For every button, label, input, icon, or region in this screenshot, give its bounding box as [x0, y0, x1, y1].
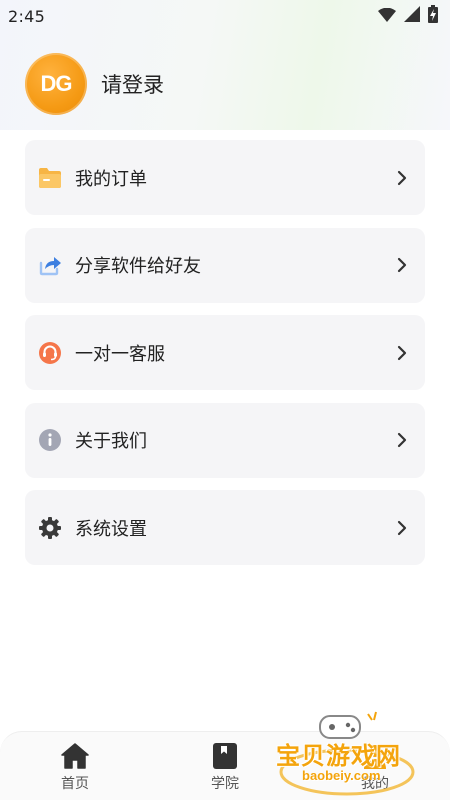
tab-home[interactable]: 首页: [0, 732, 150, 800]
avatar-logo: DG: [40, 71, 73, 96]
book-icon: [210, 741, 240, 771]
profile-header[interactable]: DG 请登录: [25, 52, 164, 116]
user-icon: [360, 741, 390, 771]
folder-icon: [37, 165, 63, 191]
status-icons: [378, 5, 438, 27]
menu-item-about[interactable]: 关于我们: [25, 402, 425, 478]
gear-icon: [37, 515, 63, 541]
home-icon: [60, 741, 90, 771]
tab-label: 学院: [211, 776, 239, 792]
menu-item-label: 一对一客服: [75, 343, 165, 365]
battery-charging-icon: [428, 5, 438, 27]
chevron-right-icon: [395, 256, 409, 274]
tab-academy[interactable]: 学院: [150, 732, 300, 800]
info-icon: [37, 427, 63, 453]
status-time: 2:45: [8, 6, 46, 26]
tab-mine[interactable]: 我的: [300, 732, 450, 800]
menu-item-orders[interactable]: 我的订单: [25, 140, 425, 215]
share-icon: [37, 252, 63, 278]
chevron-right-icon: [395, 431, 409, 449]
tab-label: 我的: [361, 776, 389, 792]
chevron-right-icon: [395, 344, 409, 362]
menu-item-label: 我的订单: [75, 168, 147, 190]
menu-item-share[interactable]: 分享软件给好友: [25, 227, 425, 303]
status-bar: 2:45: [0, 0, 450, 32]
avatar[interactable]: DG: [25, 53, 87, 115]
menu-item-label: 关于我们: [75, 431, 147, 452]
menu-item-label: 分享软件给好友: [75, 256, 201, 277]
menu-list: 我的订单 分享软件给好友 一对一客服 关于我们 系统设置: [25, 140, 425, 578]
menu-item-customer-service[interactable]: 一对一客服: [25, 315, 425, 390]
wifi-icon: [378, 7, 396, 26]
bottom-tab-bar: 首页 学院 我的: [0, 731, 450, 800]
login-prompt[interactable]: 请登录: [101, 69, 164, 99]
chevron-right-icon: [395, 169, 409, 187]
signal-icon: [404, 6, 420, 26]
chevron-right-icon: [395, 519, 409, 537]
menu-item-settings[interactable]: 系统设置: [25, 490, 425, 565]
tab-label: 首页: [61, 776, 89, 792]
menu-item-label: 系统设置: [75, 518, 147, 540]
headset-icon: [37, 340, 63, 366]
